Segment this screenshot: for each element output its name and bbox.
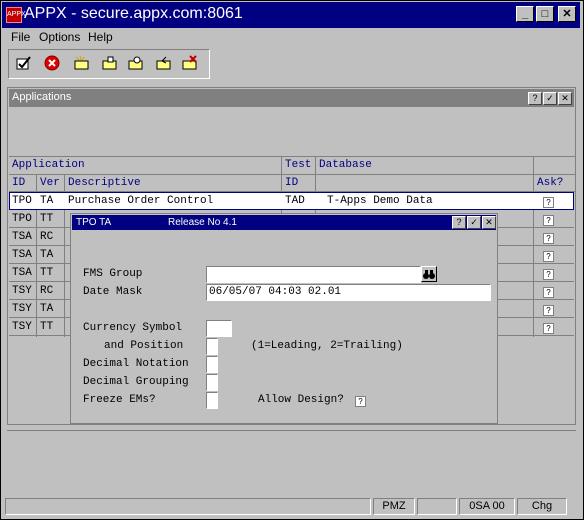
panel-title-bar: Applications ? ✓ ✕ [9, 89, 574, 107]
date-mask-input[interactable]: 06/05/07 04:03 02.01 [206, 284, 491, 301]
ask-button[interactable]: ? [543, 323, 554, 334]
header-divider [9, 191, 575, 192]
menu-file[interactable]: File [11, 30, 30, 44]
row-ver: TA [40, 195, 54, 207]
dialog-title-release: Release No 4.1 [168, 217, 237, 228]
dialog-title-bar: TPO TA Release No 4.1 ? ✓ ✕ [72, 215, 496, 230]
dialog-ok-button[interactable]: ✓ [467, 216, 481, 229]
header-test-id: ID [285, 177, 299, 189]
row-id: TSA [12, 249, 32, 261]
ask-button[interactable]: ? [543, 305, 554, 316]
row-database: T-Apps Demo Data [327, 195, 433, 207]
row-test-id: TAD [285, 195, 305, 207]
panel-title: Applications [12, 91, 72, 103]
status-bar: PMZ 0SA 00 Chg [2, 498, 580, 516]
panel-close-button[interactable]: ✕ [558, 92, 572, 105]
header-ver: Ver [40, 177, 60, 189]
ask-button[interactable]: ? [543, 215, 554, 226]
new-icon[interactable] [73, 55, 91, 73]
currency-symbol-label: Currency Symbol [83, 322, 183, 334]
ask-button[interactable]: ? [543, 269, 554, 280]
panel-ok-button[interactable]: ✓ [543, 92, 557, 105]
delete-icon[interactable] [181, 55, 199, 73]
row-id: TSA [12, 267, 32, 279]
and-position-label: and Position [104, 340, 184, 352]
freeze-ems-input[interactable] [206, 392, 218, 409]
dialog-help-button[interactable]: ? [452, 216, 466, 229]
search-icon[interactable] [127, 55, 145, 73]
status-osa: 0SA 00 [459, 498, 515, 515]
allow-design-label: Allow Design? [258, 394, 344, 406]
menu-bar: File Options Help [2, 28, 580, 46]
ask-button[interactable]: ? [543, 287, 554, 298]
folder-icon[interactable] [101, 55, 119, 73]
dialog-close-button[interactable]: ✕ [482, 216, 496, 229]
decimal-notation-label: Decimal Notation [83, 358, 189, 370]
position-hint: (1=Leading, 2=Trailing) [251, 340, 403, 352]
fms-group-label: FMS Group [83, 268, 143, 280]
row-ver: TA [40, 303, 54, 315]
cancel-icon[interactable] [43, 55, 61, 73]
date-mask-label: Date Mask [83, 286, 143, 298]
ask-button[interactable]: ? [543, 233, 554, 244]
row-id: TSY [12, 285, 32, 297]
decimal-grouping-input[interactable] [206, 374, 218, 391]
row-ver: RC [40, 285, 54, 297]
row-ver: TT [40, 321, 54, 333]
dialog-title-app: TPO TA [76, 217, 112, 228]
row-ver: TT [40, 267, 54, 279]
currency-symbol-input[interactable] [206, 320, 232, 337]
binoculars-icon[interactable] [421, 266, 437, 282]
header-database: Database [319, 159, 372, 171]
header-divider [9, 174, 575, 175]
minimize-button[interactable]: _ [516, 6, 534, 22]
status-chg: Chg [517, 498, 567, 515]
allow-design-button[interactable]: ? [355, 396, 366, 407]
close-button[interactable]: ✕ [558, 6, 576, 22]
panel-bottom-divider [7, 430, 576, 431]
row-id: TPO [12, 213, 32, 225]
panel-help-button[interactable]: ? [528, 92, 542, 105]
row-ver: TT [40, 213, 54, 225]
undo-icon[interactable] [155, 55, 173, 73]
fms-group-input[interactable] [206, 266, 421, 283]
header-test: Test [285, 159, 312, 171]
table-top-border [9, 156, 575, 157]
appx-logo-icon: APPX [6, 7, 26, 23]
status-cell-empty [5, 498, 371, 515]
date-mask-value: 06/05/07 04:03 02.01 [209, 286, 342, 298]
header-ask: Ask? [537, 177, 564, 189]
header-id: ID [12, 177, 26, 189]
status-pmz: PMZ [373, 498, 415, 515]
menu-options[interactable]: Options [39, 30, 80, 44]
currency-position-input[interactable] [206, 338, 218, 355]
decimal-grouping-label: Decimal Grouping [83, 376, 189, 388]
header-descriptive: Descriptive [68, 177, 141, 189]
freeze-ems-label: Freeze EMs? [83, 394, 156, 406]
maximize-button[interactable]: □ [536, 6, 554, 22]
row-id: TSA [12, 231, 32, 243]
window-title: APPX - secure.appx.com:8061 [24, 5, 243, 22]
menu-help[interactable]: Help [88, 30, 113, 44]
header-application: Application [12, 159, 85, 171]
release-dialog: TPO TA Release No 4.1 ? ✓ ✕ FMS Group Da… [70, 213, 498, 424]
title-bar: APPX APPX - secure.appx.com:8061 _ □ ✕ [2, 2, 580, 28]
decimal-notation-input[interactable] [206, 356, 218, 373]
status-cell-empty [417, 498, 457, 515]
row-id: TSY [12, 321, 32, 333]
toolbar [8, 49, 210, 79]
ask-button[interactable]: ? [543, 197, 554, 208]
row-descriptive: Purchase Order Control [68, 195, 214, 207]
row-ver: TA [40, 249, 54, 261]
check-icon[interactable] [15, 55, 33, 73]
row-id: TPO [12, 195, 32, 207]
row-ver: RC [40, 231, 54, 243]
ask-button[interactable]: ? [543, 251, 554, 262]
row-id: TSY [12, 303, 32, 315]
